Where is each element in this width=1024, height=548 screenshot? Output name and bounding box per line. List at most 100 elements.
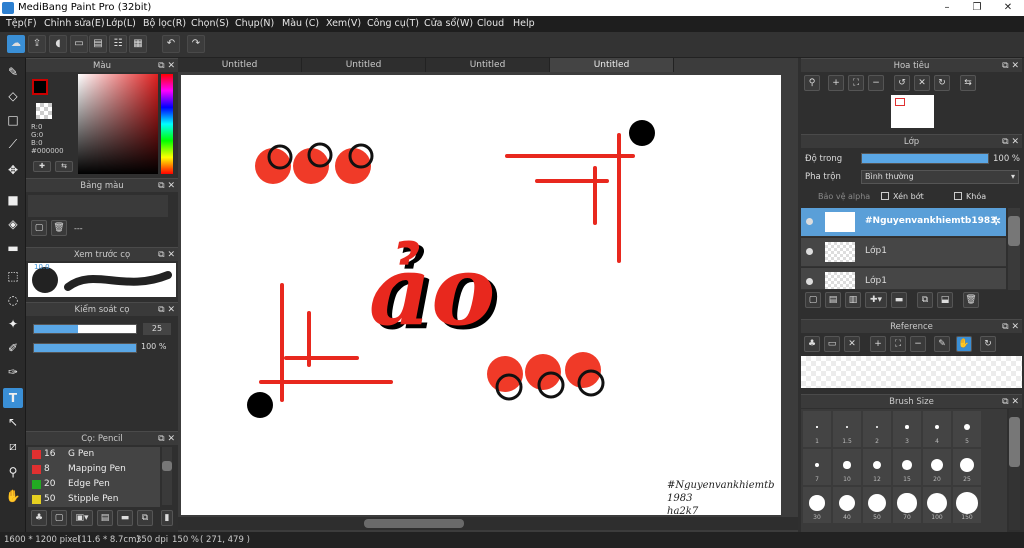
blend-mode-select[interactable]: Bình thường ▾ [861, 170, 1019, 184]
menu-edit[interactable]: Chỉnh sửa(E) [44, 16, 105, 32]
brush-size-cell[interactable]: 40 [833, 487, 861, 523]
protect-alpha-checkbox[interactable]: Bảo vệ alpha [818, 192, 870, 201]
delete-palette-icon[interactable]: 🗑 [51, 220, 67, 236]
brush-item[interactable]: 20 Edge Pen [28, 477, 160, 492]
brush-list-scrollbar[interactable] [162, 447, 172, 505]
delete-layer-icon[interactable]: 🗑 [963, 292, 979, 308]
grid-icon[interactable]: ▦ [129, 35, 147, 53]
brush-size-scrollbar[interactable] [1009, 409, 1020, 530]
brush-size-cell[interactable]: 3 [893, 411, 921, 447]
layer-row[interactable]: Lớp1 [801, 238, 1006, 267]
layer-opacity-slider[interactable] [861, 153, 989, 164]
nav-flip-icon[interactable]: ⇆ [960, 75, 976, 91]
layer-row-selected[interactable]: #Nguyenvankhiemtb1983 ✲ [801, 208, 1006, 237]
nav-rotate-right-icon[interactable]: ↻ [934, 75, 950, 91]
upload-icon[interactable]: ⇪ [28, 35, 46, 53]
gradient-tool-icon[interactable]: ▬ [3, 238, 23, 258]
new-folder-icon[interactable]: ▬ [891, 292, 907, 308]
text-tool-icon[interactable]: T [3, 388, 23, 408]
brush-size-cell[interactable]: 7 [803, 449, 831, 485]
brush-size-slider[interactable] [33, 324, 137, 334]
panel-controls-icon[interactable]: ⧉ ✕ [1002, 59, 1019, 73]
select-pen-tool-icon[interactable]: ✐ [3, 338, 23, 358]
lock-checkbox-box[interactable] [954, 192, 962, 200]
scroll-thumb[interactable] [364, 519, 464, 528]
nav-zoom-out-icon[interactable]: − [868, 75, 884, 91]
saturation-value-picker[interactable] [78, 74, 158, 174]
color-swap-icon[interactable]: ⇆ [55, 161, 73, 172]
eyedropper-tool-icon[interactable]: ⚲ [3, 462, 23, 482]
brush-tool-icon[interactable]: ✎ [3, 62, 23, 82]
menu-filter[interactable]: Bộ lọc(R) [143, 16, 186, 32]
brush-size-cell[interactable]: 25 [953, 449, 981, 485]
new-halftone-layer-icon[interactable]: ▤ [825, 292, 841, 308]
drawing-canvas[interactable]: ảo ảo #Nguyenvankhiemtb 1983 ha2k7 [181, 75, 781, 517]
layer-row[interactable]: Lớp1 [801, 268, 1006, 290]
hand-tool-icon[interactable]: ✋ [3, 486, 23, 506]
tab-untitled-1[interactable]: Untitled [178, 58, 302, 72]
background-color[interactable] [36, 103, 52, 119]
shape-tool-icon[interactable]: □ [3, 110, 23, 130]
menu-cloud[interactable]: Cloud [477, 16, 504, 32]
ref-eyedropper-icon[interactable]: ✎ [934, 336, 950, 352]
brush-size-cell[interactable]: 5 [953, 411, 981, 447]
nav-zoom-in-icon[interactable]: + [828, 75, 844, 91]
brush-size-cell[interactable]: 4 [923, 411, 951, 447]
ref-zoom-in-icon[interactable]: + [870, 336, 886, 352]
rect-fill-tool-icon[interactable]: ■ [3, 190, 23, 210]
panel-controls-icon[interactable]: ⧉ ✕ [158, 248, 175, 262]
menu-layer[interactable]: Lớp(L) [106, 16, 136, 32]
cloud-icon[interactable]: ☁ [7, 35, 25, 53]
nav-fit-icon[interactable]: ⛶ [848, 75, 864, 91]
merge-layer-icon[interactable]: ⬓ [937, 292, 953, 308]
brush-new-icon[interactable]: ▢ [51, 510, 67, 526]
brush-size-cell[interactable]: 20 [923, 449, 951, 485]
brush-size-cell[interactable]: 70 [893, 487, 921, 523]
minimize-button[interactable]: – [932, 0, 962, 16]
ref-open-icon[interactable]: ▭ [824, 336, 840, 352]
menu-window[interactable]: Cửa sổ(W) [424, 16, 473, 32]
panel-controls-icon[interactable]: ⧉ ✕ [1002, 395, 1019, 409]
brush-size-cell[interactable]: 10 [833, 449, 861, 485]
select-eraser-tool-icon[interactable]: ✑ [3, 362, 23, 382]
brush-folder-icon[interactable]: ▬ [117, 510, 133, 526]
layer-scrollbar[interactable] [1008, 208, 1020, 290]
new-layer-icon[interactable]: ▢ [805, 292, 821, 308]
new-palette-icon[interactable]: ▢ [31, 220, 47, 236]
chat-icon[interactable]: ▭ [70, 35, 88, 53]
menu-capture[interactable]: Chụp(N) [235, 16, 274, 32]
menu-select[interactable]: Chọn(S) [191, 16, 229, 32]
redo-button[interactable]: ↷ [187, 35, 205, 53]
hue-slider[interactable] [161, 74, 173, 174]
magic-wand-tool-icon[interactable]: ✦ [3, 314, 23, 334]
brush-size-cell[interactable]: 50 [863, 487, 891, 523]
brush-size-cell[interactable]: 30 [803, 487, 831, 523]
divide-tool-icon[interactable]: ⧄ [3, 436, 23, 456]
ref-fit-icon[interactable]: ⛶ [890, 336, 906, 352]
brush-menu-icon[interactable]: ▣▾ [71, 510, 93, 526]
tab-untitled-3[interactable]: Untitled [426, 58, 550, 72]
brush-opacity-slider[interactable] [33, 343, 137, 353]
brush-size-cell[interactable]: 2 [863, 411, 891, 447]
brush-size-cell[interactable]: 1.5 [833, 411, 861, 447]
brush-item[interactable]: 16 G Pen [28, 447, 160, 462]
color-add-icon[interactable]: ✚ [33, 161, 51, 172]
brush-size-cell[interactable]: 150 [953, 487, 981, 523]
lasso-tool-icon[interactable]: ◌ [3, 290, 23, 310]
nav-reset-icon[interactable]: ✕ [914, 75, 930, 91]
ref-rotate-icon[interactable]: ↻ [980, 336, 996, 352]
brush-item[interactable]: 8 Mapping Pen [28, 462, 160, 477]
panel-controls-icon[interactable]: ⧉ ✕ [158, 59, 175, 73]
brush-size-value[interactable]: 25 [143, 323, 171, 335]
operation-tool-icon[interactable]: ↖ [3, 412, 23, 432]
new-1bit-layer-icon[interactable]: ▥ [845, 292, 861, 308]
panel-controls-icon[interactable]: ⧉ ✕ [158, 432, 175, 446]
layer-visibility-icon[interactable] [806, 248, 813, 255]
eraser-tool-icon[interactable]: ◇ [3, 86, 23, 106]
menu-tools[interactable]: Công cụ(T) [367, 16, 419, 32]
ref-close-icon[interactable]: ✕ [844, 336, 860, 352]
line-tool-icon[interactable]: ⟋ [3, 134, 23, 154]
menu-file[interactable]: Tệp(F) [6, 16, 37, 32]
clip-checkbox-box[interactable] [881, 192, 889, 200]
move-tool-icon[interactable]: ✥ [3, 160, 23, 180]
